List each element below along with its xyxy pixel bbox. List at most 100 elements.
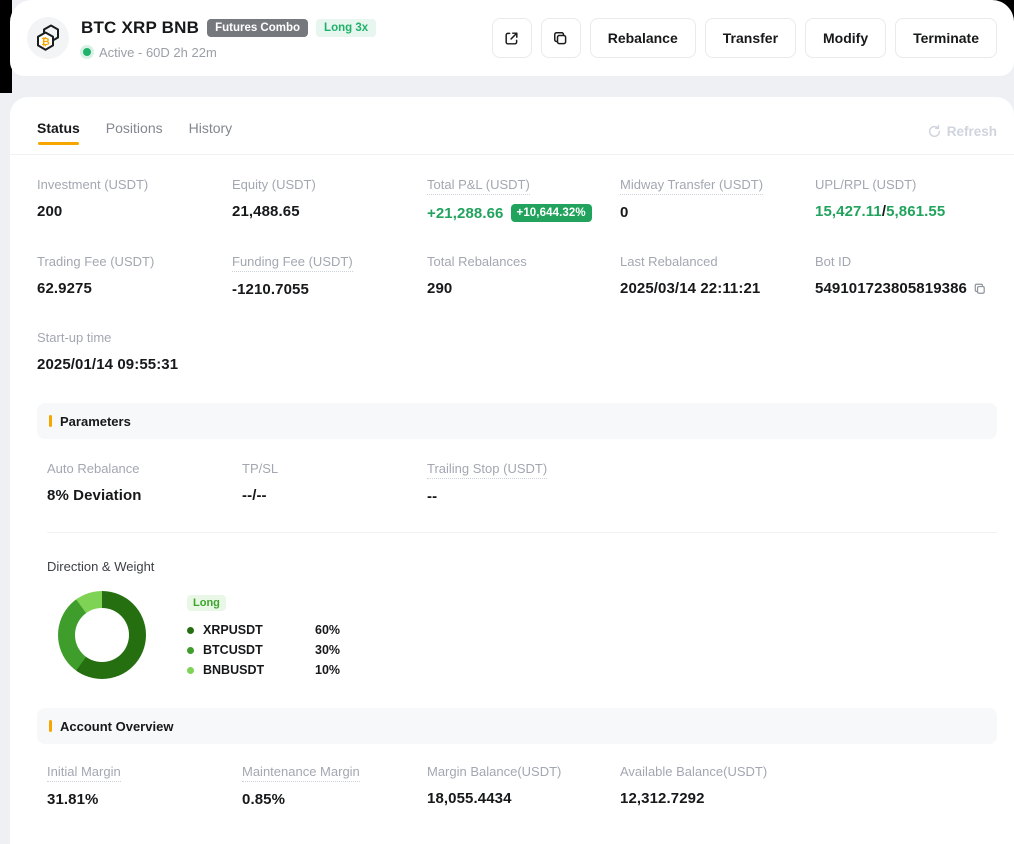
stat-label-tooltip: Funding Fee (USDT) xyxy=(232,254,353,272)
stat-label: Trading Fee (USDT) xyxy=(37,254,154,269)
stat-label: Margin Balance(USDT) xyxy=(427,764,561,779)
bot-id-value: 549101723805819386 xyxy=(815,280,967,297)
stat-initial-margin: Initial Margin 31.81% xyxy=(47,763,242,808)
legend-percent: 60% xyxy=(315,623,340,637)
stat-label-tooltip: Total P&L (USDT) xyxy=(427,177,530,195)
transfer-button[interactable]: Transfer xyxy=(705,18,796,58)
param-value: -- xyxy=(427,488,997,505)
stat-value: 0 xyxy=(620,204,815,221)
header-actions: Rebalance Transfer Modify Terminate xyxy=(492,18,997,58)
stat-value: 21,488.65 xyxy=(232,203,427,220)
accent-bar xyxy=(49,415,52,427)
stat-value: 62.9275 xyxy=(37,280,232,297)
tab-positions[interactable]: Positions xyxy=(106,120,163,152)
stat-upl-rpl: UPL/RPL (USDT) 15,427.11 / 5,861.55 xyxy=(815,176,997,222)
legend-row: BNBUSDT 10% xyxy=(187,663,340,677)
stat-total-rebalances: Total Rebalances 290 xyxy=(427,253,620,298)
donut-hole xyxy=(75,608,129,662)
direction-weight-body: Long XRPUSDT 60% BTCUSDT 30% BNBUSDT 10% xyxy=(37,574,997,679)
accent-bar xyxy=(49,720,52,732)
terminate-button[interactable]: Terminate xyxy=(895,18,997,58)
legend-dot-xrpusdt xyxy=(187,627,194,634)
stat-investment: Investment (USDT) 200 xyxy=(37,176,232,222)
stat-value: 31.81% xyxy=(47,791,242,808)
pnl-percent-badge: +10,644.32% xyxy=(511,204,592,222)
stat-label: Available Balance(USDT) xyxy=(620,764,767,779)
tab-history[interactable]: History xyxy=(189,120,233,152)
copy-bot-id-button[interactable] xyxy=(973,282,987,296)
legend-percent: 30% xyxy=(315,643,340,657)
legend-name: BNBUSDT xyxy=(203,663,315,677)
stat-value: -1210.7055 xyxy=(232,281,427,298)
param-label: Auto Rebalance xyxy=(47,461,140,476)
stat-label: Investment (USDT) xyxy=(37,177,148,192)
rebalance-button[interactable]: Rebalance xyxy=(590,18,696,58)
account-overview-title: Account Overview xyxy=(60,719,173,734)
stats-grid: Investment (USDT) 200 Equity (USDT) 21,4… xyxy=(10,155,1014,373)
param-tp-sl: TP/SL --/-- xyxy=(242,460,427,505)
stat-total-pnl: Total P&L (USDT) +21,288.66 +10,644.32% xyxy=(427,176,620,222)
stat-label: Start-up time xyxy=(37,330,111,345)
bot-title: BTC XRP BNB xyxy=(81,18,199,38)
active-status-text: Active - 60D 2h 22m xyxy=(99,45,217,60)
copy-bot-button[interactable] xyxy=(541,18,581,58)
stat-label: Total Rebalances xyxy=(427,254,527,269)
pnl-value: +21,288.66 xyxy=(427,205,504,222)
copy-icon xyxy=(552,30,569,47)
bot-detail-card: Status Positions History Refresh Investm… xyxy=(10,97,1014,844)
active-status-dot xyxy=(83,48,91,56)
stat-value: 2025/01/14 09:55:31 xyxy=(37,356,232,373)
stat-maintenance-margin: Maintenance Margin 0.85% xyxy=(242,763,427,808)
svg-text:₿: ₿ xyxy=(41,36,50,48)
refresh-button[interactable]: Refresh xyxy=(927,124,997,149)
legend-row: XRPUSDT 60% xyxy=(187,623,340,637)
direction-weight-title: Direction & Weight xyxy=(37,533,997,574)
stat-value: 2025/03/14 22:11:21 xyxy=(620,280,815,297)
stat-startup-time: Start-up time 2025/01/14 09:55:31 xyxy=(37,329,232,373)
parameters-grid: Auto Rebalance 8% Deviation TP/SL --/-- … xyxy=(37,439,997,505)
stat-trading-fee: Trading Fee (USDT) 62.9275 xyxy=(37,253,232,298)
leverage-badge: Long 3x xyxy=(316,19,376,37)
account-overview-header: Account Overview xyxy=(37,708,997,744)
parameters-section-header: Parameters xyxy=(37,403,997,439)
bot-type-badge: Futures Combo xyxy=(207,19,308,37)
rpl-value: 5,861.55 xyxy=(886,203,945,220)
stat-funding-fee: Funding Fee (USDT) -1210.7055 xyxy=(232,253,427,298)
hexagon-coins-icon: ₿ xyxy=(32,22,64,54)
stat-value: 0.85% xyxy=(242,791,427,808)
bot-header-card: ₿ BTC XRP BNB Futures Combo Long 3x Acti… xyxy=(10,0,1014,76)
tab-status[interactable]: Status xyxy=(37,120,80,152)
stat-label-tooltip: Initial Margin xyxy=(47,764,121,782)
legend-name: XRPUSDT xyxy=(203,623,315,637)
modify-button[interactable]: Modify xyxy=(805,18,886,58)
stat-bot-id: Bot ID 549101723805819386 xyxy=(815,253,997,298)
legend-percent: 10% xyxy=(315,663,340,677)
legend-dot-btcusdt xyxy=(187,647,194,654)
bot-identity: ₿ BTC XRP BNB Futures Combo Long 3x Acti… xyxy=(27,17,376,60)
stat-midway-transfer: Midway Transfer (USDT) 0 xyxy=(620,176,815,222)
share-button[interactable] xyxy=(492,18,532,58)
parameters-section-title: Parameters xyxy=(60,414,131,429)
param-label: TP/SL xyxy=(242,461,278,476)
stat-available-balance: Available Balance(USDT) 12,312.7292 xyxy=(620,763,997,808)
stat-value: 18,055.4434 xyxy=(427,790,620,807)
stat-label: Equity (USDT) xyxy=(232,177,316,192)
tabs-row: Status Positions History Refresh xyxy=(10,97,1014,155)
param-value: --/-- xyxy=(242,487,427,504)
parameters-section: Parameters Auto Rebalance 8% Deviation T… xyxy=(37,403,997,679)
copy-icon xyxy=(973,282,987,296)
param-auto-rebalance: Auto Rebalance 8% Deviation xyxy=(47,460,242,505)
direction-donut xyxy=(58,591,146,679)
refresh-icon xyxy=(927,124,942,139)
stat-last-rebalanced: Last Rebalanced 2025/03/14 22:11:21 xyxy=(620,253,815,298)
refresh-label: Refresh xyxy=(947,124,997,139)
stat-label-tooltip: Midway Transfer (USDT) xyxy=(620,177,763,195)
long-direction-badge: Long xyxy=(187,595,226,611)
legend-row: BTCUSDT 30% xyxy=(187,643,340,657)
stat-value: 290 xyxy=(427,280,620,297)
stat-value: 200 xyxy=(37,203,232,220)
legend-name: BTCUSDT xyxy=(203,643,315,657)
account-overview-section: Account Overview Initial Margin 31.81% M… xyxy=(37,708,997,808)
stat-equity: Equity (USDT) 21,488.65 xyxy=(232,176,427,222)
share-icon xyxy=(503,30,520,47)
